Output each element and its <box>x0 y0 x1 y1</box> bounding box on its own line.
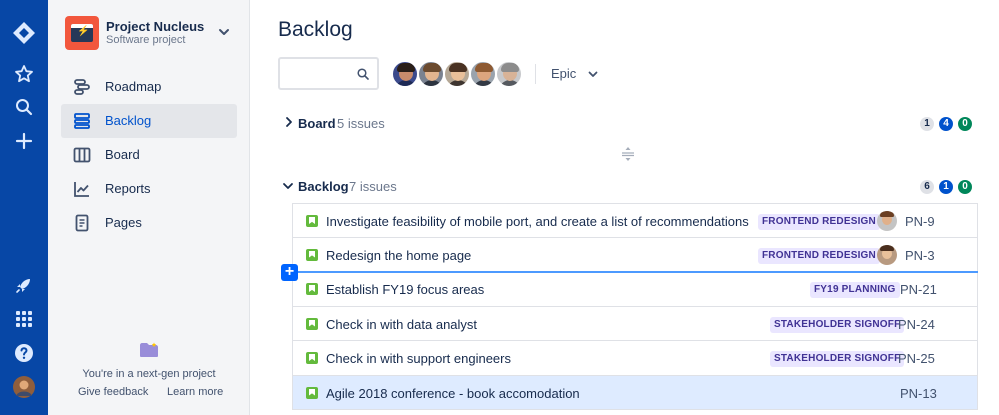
avatar[interactable] <box>391 60 419 88</box>
issue-row[interactable]: Check in with data analyst STAKEHOLDER S… <box>293 306 977 341</box>
drop-indicator <box>298 271 978 273</box>
sidebar-item-roadmap[interactable]: Roadmap <box>61 70 237 104</box>
sidebar-item-pages[interactable]: Pages <box>61 206 237 240</box>
issue-summary[interactable]: Investigate feasibility of mobile port, … <box>326 214 749 229</box>
backlog-issue-count: 7 issues <box>349 179 397 194</box>
project-sidebar: ⚡ Project Nucleus Software project Roadm… <box>48 0 250 415</box>
issue-summary[interactable]: Check in with support engineers <box>326 351 511 366</box>
issue-summary[interactable]: Redesign the home page <box>326 248 471 263</box>
epic-lozenge[interactable]: FRONTEND REDESIGN <box>758 214 880 230</box>
next-gen-notice: You're in a next-gen project <box>82 368 216 380</box>
story-icon <box>306 386 318 399</box>
board-section-title[interactable]: Board <box>298 116 336 131</box>
create-issue-button[interactable]: + <box>281 264 298 281</box>
chevron-down-icon[interactable] <box>282 180 294 192</box>
filter-divider <box>535 64 536 84</box>
issue-key[interactable]: PN-9 <box>905 214 935 229</box>
issue-key[interactable]: PN-21 <box>900 282 937 297</box>
issue-key[interactable]: PN-25 <box>898 351 935 366</box>
app-switcher-icon[interactable] <box>9 304 39 334</box>
sidebar-item-label: Roadmap <box>105 79 162 94</box>
assignee-avatar[interactable] <box>877 211 897 231</box>
issue-row[interactable]: Check in with support engineers STAKEHOL… <box>293 341 977 376</box>
project-avatar[interactable]: ⚡ <box>65 16 99 50</box>
rocket-icon[interactable] <box>9 270 39 300</box>
todo-count-badge: 6 <box>920 180 934 194</box>
backlog-section-title[interactable]: Backlog <box>298 179 349 194</box>
board-issue-count: 5 issues <box>337 116 385 131</box>
epic-filter[interactable]: Epic <box>551 66 576 81</box>
search-icon[interactable] <box>357 68 369 80</box>
plus-icon[interactable] <box>9 126 39 156</box>
story-icon <box>306 215 318 227</box>
story-icon <box>306 248 318 261</box>
board-icon <box>73 147 91 163</box>
issue-row[interactable]: Investigate feasibility of mobile port, … <box>293 203 977 238</box>
story-icon <box>306 317 318 330</box>
project-name[interactable]: Project Nucleus <box>106 19 204 34</box>
issue-row[interactable]: Establish FY19 focus areas FY19 PLANNING… <box>293 272 977 307</box>
in-progress-count-badge: 1 <box>939 180 953 194</box>
sidebar-item-board[interactable]: Board <box>61 138 237 172</box>
issue-key[interactable]: PN-13 <box>900 386 937 401</box>
sidebar-item-reports[interactable]: Reports <box>61 172 237 206</box>
folder-icon <box>140 342 158 357</box>
assignee-avatar-group <box>391 60 526 88</box>
backlog-issue-list: Investigate feasibility of mobile port, … <box>292 203 978 410</box>
sidebar-item-label: Backlog <box>105 113 152 128</box>
help-icon[interactable] <box>9 338 39 368</box>
project-type: Software project <box>106 34 186 46</box>
give-feedback-link[interactable]: Give feedback <box>78 386 148 398</box>
page-title: Backlog <box>278 18 353 41</box>
search-input[interactable] <box>286 65 356 80</box>
global-navigation <box>0 0 48 415</box>
issue-row[interactable]: Redesign the home page FRONTEND REDESIGN… <box>293 237 977 272</box>
sidebar-item-label: Board <box>105 147 140 162</box>
issue-key[interactable]: PN-3 <box>905 248 935 263</box>
pages-icon <box>75 214 89 232</box>
issue-summary[interactable]: Establish FY19 focus areas <box>326 282 484 297</box>
chevron-right-icon[interactable] <box>283 116 295 128</box>
avatar[interactable] <box>417 60 445 88</box>
in-progress-count-badge: 4 <box>939 117 953 131</box>
epic-lozenge[interactable]: STAKEHOLDER SIGNOFF <box>770 351 905 367</box>
story-icon <box>306 352 318 364</box>
epic-lozenge[interactable]: STAKEHOLDER SIGNOFF <box>770 316 905 333</box>
chevron-down-icon[interactable] <box>586 67 600 81</box>
chevron-down-icon[interactable] <box>216 24 232 40</box>
avatar[interactable] <box>469 60 497 88</box>
avatar[interactable] <box>443 60 471 88</box>
todo-count-badge: 1 <box>920 117 934 131</box>
backlog-icon <box>74 113 90 129</box>
issue-summary[interactable]: Agile 2018 conference - book accomodatio… <box>326 386 580 401</box>
reports-icon <box>74 182 89 197</box>
done-count-badge: 0 <box>958 117 972 131</box>
star-icon[interactable] <box>9 59 39 89</box>
sidebar-item-backlog[interactable]: Backlog <box>61 104 237 138</box>
search-icon[interactable] <box>9 92 39 122</box>
drag-handle-icon[interactable] <box>620 146 636 162</box>
sidebar-item-label: Pages <box>105 215 142 230</box>
learn-more-link[interactable]: Learn more <box>167 386 223 398</box>
epic-lozenge[interactable]: FY19 PLANNING <box>810 282 900 298</box>
epic-lozenge[interactable]: FRONTEND REDESIGN <box>758 247 880 264</box>
sidebar-item-label: Reports <box>105 181 151 196</box>
user-avatar[interactable] <box>9 372 39 402</box>
avatar[interactable] <box>495 60 523 88</box>
search-box[interactable] <box>278 57 379 90</box>
story-icon <box>306 283 318 295</box>
jira-logo-icon[interactable] <box>9 18 39 48</box>
issue-row[interactable]: Agile 2018 conference - book accomodatio… <box>293 375 977 410</box>
roadmap-icon <box>74 79 90 95</box>
assignee-avatar[interactable] <box>877 244 897 265</box>
issue-key[interactable]: PN-24 <box>898 317 935 332</box>
issue-summary[interactable]: Check in with data analyst <box>326 317 477 332</box>
done-count-badge: 0 <box>958 180 972 194</box>
